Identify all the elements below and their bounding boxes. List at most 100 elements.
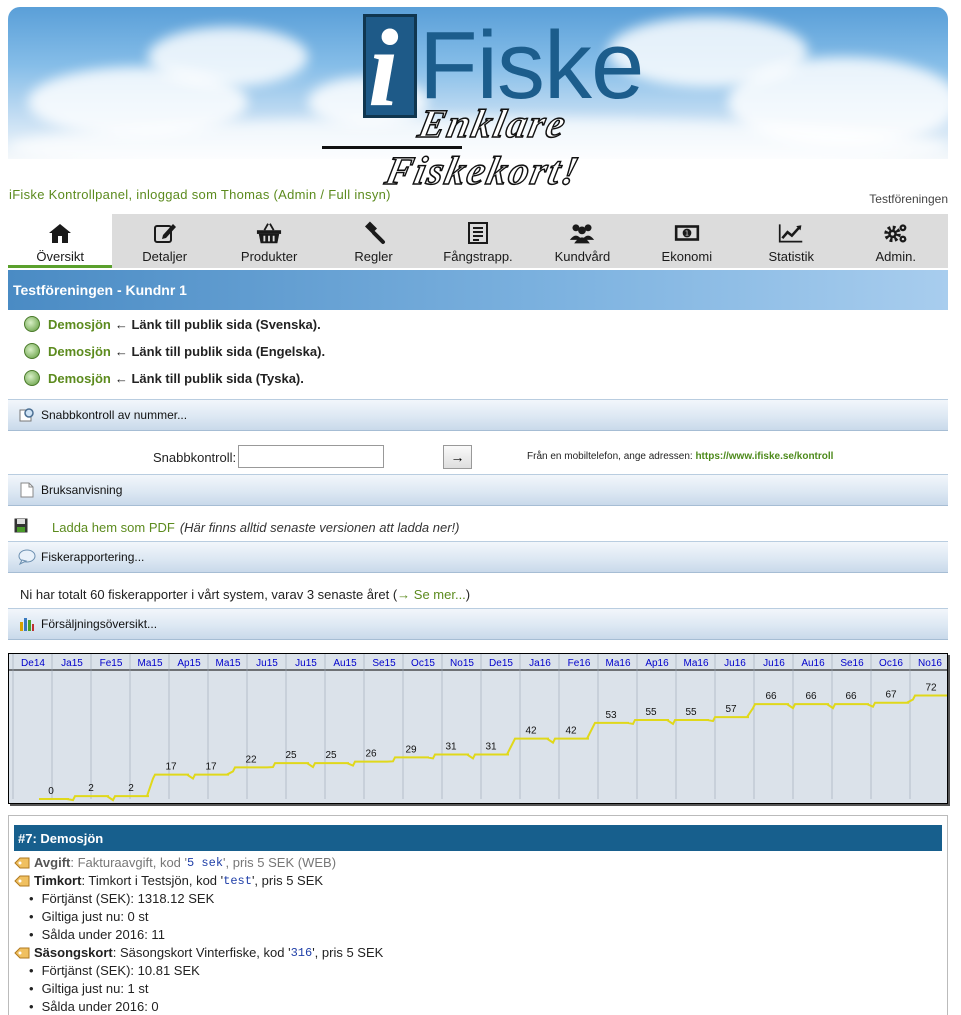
chart-data-label: 42 <box>565 726 577 737</box>
product-code: 5 sek <box>187 855 224 870</box>
section-manual[interactable]: Bruksanvisning <box>8 474 948 506</box>
product-stat: Förtjänst (SEK): 1318.12 SEK <box>29 891 215 906</box>
main-nav: Översikt Detaljer Produkter Regler Fångs… <box>8 214 948 268</box>
reports-summary-end: ) <box>465 587 471 602</box>
tab-regler[interactable]: Regler <box>321 214 425 268</box>
tag-icon <box>14 947 30 959</box>
chart-data-label: 67 <box>885 690 897 701</box>
tab-admin[interactable]: Admin. <box>844 214 948 268</box>
product-stat: Sålda under 2016: 11 <box>29 927 165 942</box>
chart-tick-label: Ju15 <box>295 658 317 669</box>
chart-tick-label: Au16 <box>801 658 825 669</box>
tab-detaljer[interactable]: Detaljer <box>112 214 216 268</box>
quick-check-submit-button[interactable]: → <box>443 445 472 469</box>
home-icon <box>47 220 73 246</box>
sales-chart: De14 Ja15 Fe15 Ma15 Ap15 Ma15 Ju15 Ju15 Au15 Se15… <box>8 653 948 804</box>
tab-oversikt[interactable]: Översikt <box>8 214 113 268</box>
download-pdf-note: (Här finns alltid senaste versionen att … <box>179 519 460 535</box>
chart-icon <box>778 220 804 246</box>
public-link-svenska[interactable]: Demosjön <box>48 317 111 332</box>
product-name: Timkort <box>34 873 82 888</box>
product-desc-end: ', pris 5 SEK <box>312 945 384 960</box>
chart-tick-label: No15 <box>450 658 474 669</box>
users-icon <box>569 220 595 246</box>
chart-tick-label: No16 <box>918 658 942 669</box>
tab-statistik[interactable]: Statistik <box>739 214 843 268</box>
chart-data-label: 55 <box>685 707 697 718</box>
public-link-text: ← Länk till publik sida (Engelska). <box>114 343 326 359</box>
mobile-hint: Från en mobiltelefon, ange adressen: htt… <box>527 451 833 462</box>
tab-label: Detaljer <box>142 249 188 264</box>
edit-icon <box>152 220 178 246</box>
speech-bubble-icon <box>18 549 36 565</box>
chart-tick-label: Oc16 <box>879 658 903 669</box>
product-stat: Sålda under 2016: 0 <box>29 999 159 1014</box>
chart-tick-label: Ap16 <box>645 658 669 669</box>
chart-tick-label: Se15 <box>372 658 396 669</box>
tag-icon <box>14 875 30 887</box>
chart-data-label: 53 <box>605 710 617 721</box>
product-row: Avgift: Fakturaavgift, kod ' 5 sek ', pris… <box>14 855 336 870</box>
chart-tick-label: Ju16 <box>724 658 746 669</box>
tab-produkter[interactable]: Produkter <box>217 214 321 268</box>
chart-data-label: 2 <box>128 783 134 794</box>
see-more-link[interactable]: → Se mer... <box>397 587 466 602</box>
chart-tick-label: Oc15 <box>411 658 435 669</box>
product-desc-end: ', pris 5 SEK (WEB) <box>223 855 337 870</box>
quick-check-label: Snabbkontroll: <box>153 450 237 465</box>
download-pdf-link[interactable]: Ladda hem som PDF <box>52 520 175 535</box>
chart-data-label: 22 <box>245 754 257 765</box>
tab-label: Ekonomi <box>661 249 713 264</box>
chart-tick-label: Ma16 <box>683 658 708 669</box>
section-quick-check[interactable]: Snabbkontroll av nummer... <box>8 399 948 431</box>
chart-tick-label: Ju15 <box>256 658 278 669</box>
product-desc: : Timkort i Testsjön, kod ' <box>81 873 224 888</box>
chart-tick-label: Fe16 <box>568 658 591 669</box>
section-label: Försäljningsöversikt... <box>41 617 158 631</box>
public-link-row: Demosjön ← Länk till publik sida (Svensk… <box>24 316 321 332</box>
tab-fangstrapp[interactable]: Fångstrapp. <box>426 214 530 268</box>
reports-summary-text: Ni har totalt 60 fiskerapporter i vårt s… <box>20 587 398 602</box>
customer-header: Testföreningen - Kundnr 1 <box>8 270 948 310</box>
chart-data-label: 2 <box>88 783 94 794</box>
tab-label: Produkter <box>240 249 298 264</box>
section-reports[interactable]: Fiskerapportering... <box>8 541 948 573</box>
tab-ekonomi[interactable]: 1 Ekonomi <box>635 214 739 268</box>
tab-label: Regler <box>354 249 393 264</box>
bar-chart-icon <box>18 616 36 632</box>
manual-download-row: Ladda hem som PDF (Här finns alltid sena… <box>14 518 460 536</box>
public-link-tyska[interactable]: Demosjön <box>48 371 111 386</box>
product-row: Timkort: Timkort i Testsjön, kod ' test ',… <box>14 873 323 888</box>
public-link-text: ← Länk till publik sida (Svenska). <box>114 316 321 332</box>
report-icon <box>465 220 491 246</box>
product-name: Säsongskort <box>34 945 113 960</box>
section-sales[interactable]: Försäljningsöversikt... <box>8 608 948 640</box>
chart-data-label: 55 <box>645 707 657 718</box>
chart-tick-label: De14 <box>21 658 45 669</box>
public-link-engelska[interactable]: Demosjön <box>48 344 111 359</box>
section-label: Fiskerapportering... <box>41 550 145 564</box>
chart-data-label: 31 <box>445 741 457 752</box>
product-code: 316 <box>290 945 313 960</box>
login-status: iFiske Kontrollpanel, inloggad som Thoma… <box>9 187 391 202</box>
chart-data-label: 25 <box>285 750 297 761</box>
chart-tick-label: Ma16 <box>605 658 630 669</box>
tab-kundvard[interactable]: Kundvård <box>530 214 634 268</box>
magnifier-icon <box>18 407 36 423</box>
chart-data-label: 17 <box>205 762 217 773</box>
globe-icon <box>24 343 40 359</box>
quick-check-row: Snabbkontroll: → Från en mobiltelefon, a… <box>0 444 961 472</box>
product-stat: Giltiga just nu: 1 st <box>29 981 149 996</box>
quick-check-input[interactable] <box>238 445 384 468</box>
chart-data-label: 0 <box>48 786 54 797</box>
product-name: Avgift <box>34 855 71 870</box>
reports-summary: Ni har totalt 60 fiskerapporter i vårt s… <box>20 587 470 602</box>
chart-tick-label: Ma15 <box>137 658 162 669</box>
chart-data-label: 42 <box>525 726 537 737</box>
product-row: Säsongskort: Säsongskort Vinterfiske, ko… <box>14 945 383 960</box>
chart-tick-label: De15 <box>489 658 513 669</box>
mobile-control-link[interactable]: https://www.ifiske.se/kontroll <box>695 451 833 462</box>
globe-icon <box>24 316 40 332</box>
gears-icon <box>883 220 909 246</box>
chart-tick-label: Ap15 <box>177 658 201 669</box>
